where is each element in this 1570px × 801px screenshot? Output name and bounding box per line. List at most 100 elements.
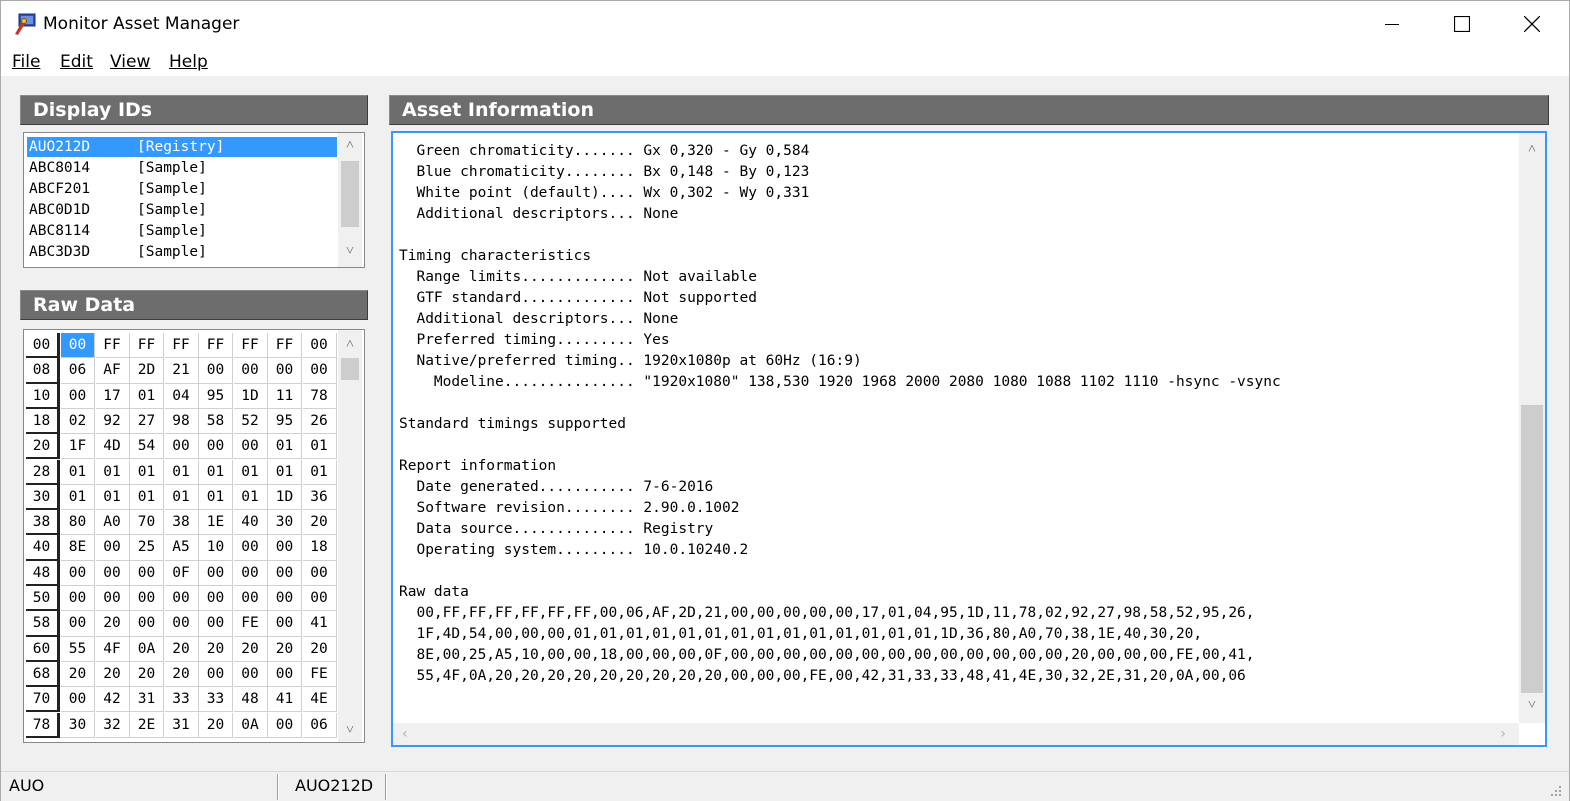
raw-data-cell[interactable]: 01 [233,484,268,511]
raw-data-cell[interactable]: 0A [130,636,164,662]
title-bar[interactable]: Monitor Asset Manager [1,1,1569,47]
raw-data-cell[interactable]: A5 [164,535,199,561]
raw-data-cell[interactable]: 36 [302,484,337,511]
raw-data-cell[interactable]: 00 [61,687,95,713]
raw-data-cell[interactable]: 40 [233,510,268,536]
raw-data-scrollbar[interactable]: ˄ ˅ [338,330,362,742]
raw-data-cell[interactable]: FF [164,333,199,359]
raw-data-cell[interactable]: 00 [130,611,164,637]
raw-data-cell[interactable]: 20 [302,510,337,536]
raw-data-cell[interactable]: 01 [199,484,233,511]
raw-data-cell[interactable]: 20 [268,636,302,662]
raw-data-cell[interactable]: FE [233,611,268,637]
raw-data-cell[interactable]: 1F [61,434,95,460]
asset-info-vscrollbar[interactable]: ˄ ˅ [1519,133,1545,723]
raw-data-cell[interactable]: 8E [61,535,95,561]
raw-data-cell[interactable]: 1D [233,383,268,409]
raw-data-cell[interactable]: 01 [199,459,233,485]
raw-data-cell[interactable]: 01 [268,459,302,485]
raw-data-cell[interactable]: 00 [268,560,302,586]
raw-data-cell[interactable]: 27 [130,408,164,435]
raw-data-cell[interactable]: 20 [164,636,199,662]
scroll-up-icon[interactable]: ˄ [338,334,362,354]
raw-data-cell[interactable]: 38 [164,510,199,536]
raw-data-cell[interactable]: 52 [233,408,268,435]
menu-file[interactable]: File [12,52,40,72]
raw-data-cell[interactable]: 01 [302,459,337,485]
scroll-down-icon[interactable]: ˅ [338,720,362,740]
raw-data-cell[interactable]: 20 [302,636,337,662]
raw-data-cell[interactable]: 01 [61,484,95,511]
raw-data-cell[interactable]: 00 [233,358,268,384]
raw-data-cell[interactable]: 4E [302,687,337,713]
raw-data-cell[interactable]: 00 [130,586,164,612]
raw-data-cell[interactable]: 01 [130,383,164,409]
raw-data-cell[interactable]: 20 [164,661,199,688]
scroll-right-icon[interactable]: › [1493,724,1513,744]
raw-data-cell[interactable]: 4F [95,636,130,662]
raw-data-cell[interactable]: 01 [130,484,164,511]
raw-data-cell[interactable]: 54 [130,434,164,460]
raw-data-cell[interactable]: A0 [95,510,130,536]
raw-data-cell[interactable]: 00 [268,611,302,637]
scroll-left-icon[interactable]: ‹ [395,724,415,744]
raw-data-cell[interactable]: 1D [268,484,302,511]
raw-data-cell[interactable]: FF [233,333,268,359]
raw-data-cell[interactable]: FF [130,333,164,359]
raw-data-cell[interactable]: 01 [95,484,130,511]
asset-info-text[interactable]: Green chromaticity....... Gx 0,320 - Gy … [391,131,1547,747]
raw-data-cell[interactable]: 00 [233,661,268,688]
raw-data-cell[interactable]: 01 [61,459,95,485]
raw-data-cell[interactable]: 32 [95,712,130,738]
raw-data-cell[interactable]: 01 [164,484,199,511]
display-id-item[interactable]: AUO212D [Registry] [27,137,337,157]
raw-data-cell[interactable]: 00 [268,586,302,612]
raw-data-cell[interactable]: 00 [61,586,95,612]
raw-data-cell[interactable]: 33 [199,687,233,713]
raw-data-cell[interactable]: 10 [199,535,233,561]
raw-data-cell[interactable]: 17 [95,383,130,409]
maximize-button[interactable] [1427,1,1497,47]
scroll-thumb[interactable] [341,161,359,227]
raw-data-cell[interactable]: 06 [61,358,95,384]
scroll-down-icon[interactable]: ˅ [1519,695,1545,715]
raw-data-cell[interactable]: 20 [95,611,130,637]
raw-data-cell[interactable]: 58 [199,408,233,435]
raw-data-cell[interactable]: 00 [233,586,268,612]
raw-data-cell[interactable]: 00 [233,560,268,586]
raw-data-cell[interactable]: 00 [130,560,164,586]
raw-data-cell[interactable]: 4D [95,434,130,460]
raw-data-cell[interactable]: 00 [199,661,233,688]
raw-data-cell[interactable]: 20 [233,636,268,662]
raw-data-cell[interactable]: 1E [199,510,233,536]
raw-data-cell[interactable]: 41 [302,611,337,637]
raw-data-cell[interactable]: 11 [268,383,302,409]
raw-data-cell[interactable]: 01 [268,434,302,460]
raw-data-cell[interactable]: 92 [95,408,130,435]
raw-data-cell[interactable]: 00 [61,333,95,359]
raw-data-cell[interactable]: 00 [61,560,95,586]
raw-data-cell[interactable]: 00 [95,535,130,561]
raw-data-cell[interactable]: 31 [130,687,164,713]
raw-data-cell[interactable]: 21 [164,358,199,384]
raw-data-cell[interactable]: 20 [95,661,130,688]
raw-data-cell[interactable]: 78 [302,383,337,409]
close-button[interactable] [1497,1,1567,47]
scroll-up-icon[interactable]: ˄ [1519,139,1545,159]
raw-data-cell[interactable]: 04 [164,383,199,409]
raw-data-cell[interactable]: 00 [268,358,302,384]
raw-data-cell[interactable]: 2D [130,358,164,384]
raw-data-cell[interactable]: 70 [130,510,164,536]
menu-view[interactable]: View [110,52,150,72]
raw-data-cell[interactable]: 42 [95,687,130,713]
raw-data-cell[interactable]: 98 [164,408,199,435]
raw-data-cell[interactable]: 00 [302,586,337,612]
raw-data-cell[interactable]: 00 [268,535,302,561]
scroll-thumb[interactable] [341,358,359,380]
raw-data-cell[interactable]: 00 [61,383,95,409]
scroll-thumb[interactable] [1521,405,1543,693]
raw-data-cell[interactable]: 00 [164,586,199,612]
raw-data-cell[interactable]: 01 [302,434,337,460]
raw-data-cell[interactable]: 00 [268,661,302,688]
raw-data-cell[interactable]: FF [199,333,233,359]
